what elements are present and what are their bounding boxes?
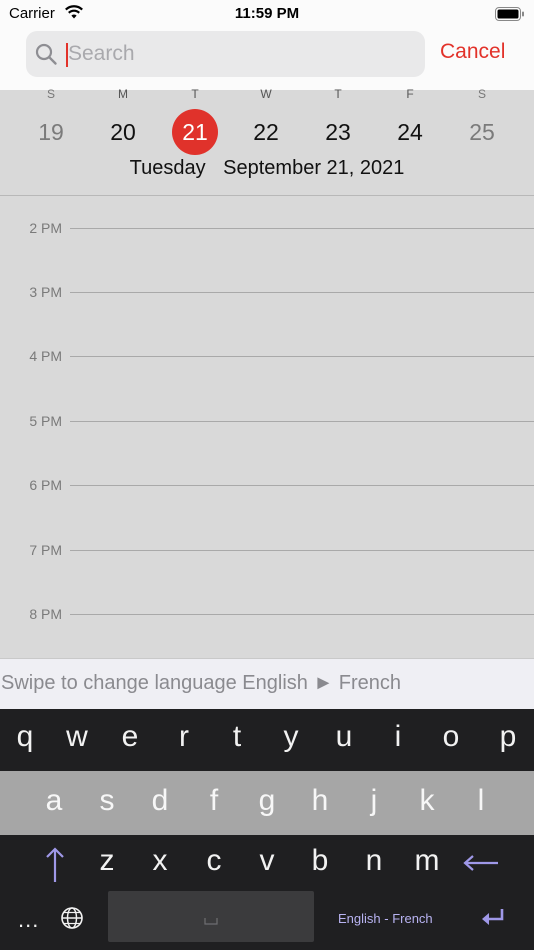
key[interactable]: y	[266, 720, 316, 754]
day-cell[interactable]: 24	[387, 114, 433, 150]
day-cell[interactable]: 20	[100, 114, 146, 150]
hour-label: 8 PM	[29, 606, 62, 622]
space-icon	[204, 918, 218, 925]
hour-label: 4 PM	[29, 348, 62, 364]
key[interactable]: l	[456, 784, 506, 818]
key[interactable]: s	[82, 784, 132, 818]
search-icon	[35, 43, 57, 65]
return-icon[interactable]	[480, 908, 506, 926]
key[interactable]: t	[212, 720, 262, 754]
selected-date-title: Tuesday September 21, 2021	[0, 157, 534, 180]
weekday-letter: F	[406, 87, 414, 101]
hour-row[interactable]: 2 PM	[0, 220, 534, 242]
day-cell[interactable]: 22	[243, 114, 289, 150]
weekday-header: S M T W T F S	[0, 87, 534, 101]
key[interactable]: f	[189, 784, 239, 818]
hour-line	[70, 485, 534, 486]
search-field[interactable]	[26, 31, 425, 77]
hour-line	[70, 550, 534, 551]
battery-icon	[495, 7, 524, 21]
key[interactable]: r	[159, 720, 209, 754]
hour-row[interactable]: 7 PM	[0, 542, 534, 564]
search-input[interactable]	[68, 31, 408, 77]
key[interactable]: c	[189, 844, 239, 878]
language-hint-bar[interactable]: Swipe to change language English ► Frenc…	[0, 658, 534, 710]
hour-row[interactable]: 6 PM	[0, 477, 534, 499]
key[interactable]: b	[295, 844, 345, 878]
key[interactable]: z	[82, 844, 132, 878]
hour-row[interactable]: 4 PM	[0, 348, 534, 370]
key[interactable]: a	[29, 784, 79, 818]
key[interactable]: o	[426, 720, 476, 754]
hour-label: 7 PM	[29, 542, 62, 558]
top-bar: Carrier 11:59 PM Cancel	[0, 0, 534, 90]
key[interactable]: g	[242, 784, 292, 818]
language-hint-text: Swipe to change language English ► Frenc…	[1, 672, 402, 694]
key[interactable]: v	[242, 844, 292, 878]
day-cell-selected[interactable]: 21	[172, 114, 218, 150]
key[interactable]: k	[402, 784, 452, 818]
hour-line	[70, 228, 534, 229]
space-bar[interactable]	[108, 891, 314, 942]
selected-weekday: Tuesday	[129, 157, 206, 179]
weekday-letter: S	[46, 87, 55, 101]
key[interactable]: h	[295, 784, 345, 818]
key[interactable]: d	[135, 784, 185, 818]
keyboard-row-3: z x c v b n m	[0, 835, 534, 891]
hour-label: 3 PM	[29, 284, 62, 300]
day-cell[interactable]: 23	[315, 114, 361, 150]
hour-line	[70, 421, 534, 422]
day-cell[interactable]: 19	[28, 114, 74, 150]
hour-line	[70, 356, 534, 357]
weekday-letter: M	[118, 87, 128, 101]
weekday-letter: S	[477, 87, 486, 101]
key[interactable]: p	[483, 720, 533, 754]
keyboard-row-2: a s d f g h j k l	[0, 771, 534, 835]
hour-label: 5 PM	[29, 413, 62, 429]
status-bar: Carrier 11:59 PM	[0, 0, 534, 28]
weekday-letter: T	[191, 87, 199, 101]
cancel-button[interactable]: Cancel	[440, 40, 505, 64]
key[interactable]: q	[0, 720, 50, 754]
hour-row[interactable]: 5 PM	[0, 413, 534, 435]
status-time: 11:59 PM	[234, 5, 300, 22]
keyboard-row-4: ... English - French	[0, 891, 534, 950]
key[interactable]: e	[105, 720, 155, 754]
hour-label: 6 PM	[29, 477, 62, 493]
backspace-icon[interactable]	[462, 853, 500, 873]
day-cell[interactable]: 25	[459, 114, 505, 150]
weekday-letter: W	[260, 87, 272, 101]
globe-icon[interactable]	[60, 906, 84, 930]
more-keys-button[interactable]: ...	[18, 907, 39, 933]
weekday-letter: T	[334, 87, 342, 101]
key[interactable]: m	[402, 844, 452, 878]
key[interactable]: i	[373, 720, 423, 754]
keyboard-row-1: q w e r t y u i o p	[0, 709, 534, 771]
key[interactable]: u	[319, 720, 369, 754]
shift-icon[interactable]	[40, 845, 70, 885]
keyboard: q w e r t y u i o p a s d f g h j k l z …	[0, 709, 534, 950]
hour-label: 2 PM	[29, 220, 62, 236]
key[interactable]: j	[349, 784, 399, 818]
language-switch-label[interactable]: English - French	[338, 911, 433, 926]
key[interactable]: w	[52, 720, 102, 754]
key[interactable]: x	[135, 844, 185, 878]
key[interactable]: n	[349, 844, 399, 878]
hour-line	[70, 614, 534, 615]
divider	[0, 195, 534, 196]
hour-row[interactable]: 3 PM	[0, 284, 534, 306]
hour-line	[70, 292, 534, 293]
selected-date: September 21, 2021	[223, 157, 405, 179]
hour-row[interactable]: 8 PM	[0, 606, 534, 628]
